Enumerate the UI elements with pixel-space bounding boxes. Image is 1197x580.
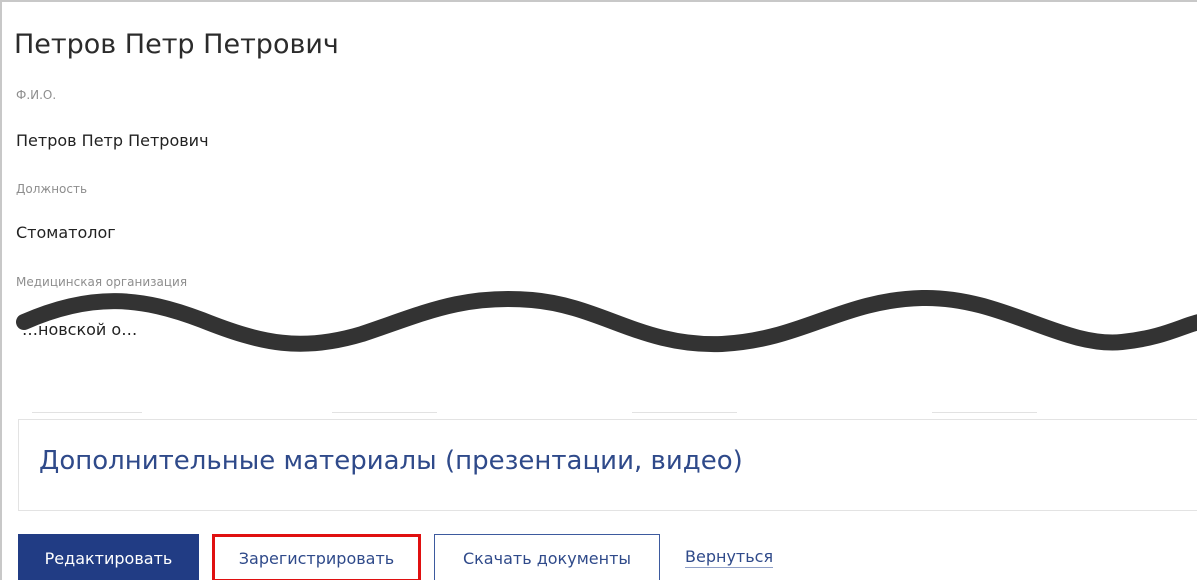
back-link[interactable]: Вернуться bbox=[685, 547, 774, 568]
page-title: Петров Петр Петрович bbox=[14, 29, 339, 60]
download-documents-button[interactable]: Скачать документы bbox=[434, 534, 660, 580]
materials-title[interactable]: Дополнительные материалы (презентации, в… bbox=[39, 446, 743, 476]
register-button[interactable]: Зарегистрировать bbox=[212, 534, 421, 580]
position-value: Стоматолог bbox=[16, 223, 116, 242]
section-divider bbox=[32, 412, 1042, 414]
redaction-scribble bbox=[16, 289, 1197, 353]
position-label: Должность bbox=[16, 182, 88, 196]
materials-section: Дополнительные материалы (презентации, в… bbox=[18, 419, 1197, 511]
fio-value: Петров Петр Петрович bbox=[16, 131, 209, 150]
profile-page: Петров Петр Петрович Ф.И.О. Петров Петр … bbox=[0, 0, 1197, 580]
edit-button[interactable]: Редактировать bbox=[18, 534, 199, 580]
fio-label: Ф.И.О. bbox=[16, 88, 57, 102]
